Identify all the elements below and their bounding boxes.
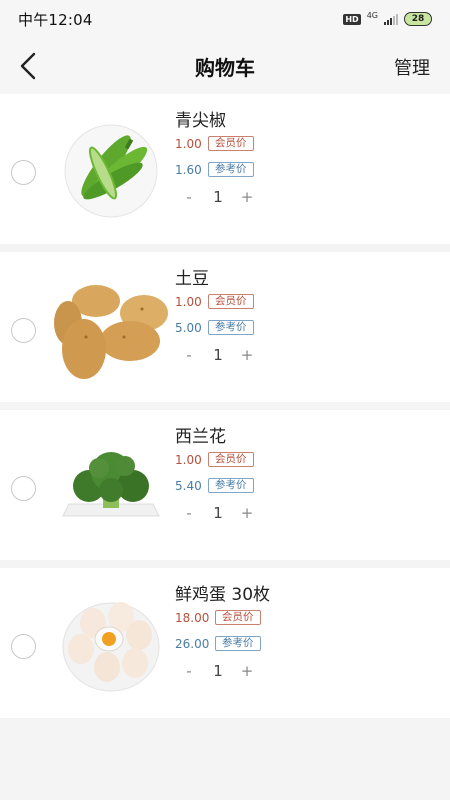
reference-price-tag: 参考价 bbox=[208, 478, 254, 493]
member-price-row: 18.00 会员价 bbox=[175, 610, 261, 625]
battery-icon: 28 bbox=[404, 12, 432, 26]
quantity-value[interactable]: 1 bbox=[200, 662, 236, 680]
status-icons: HD 4G 28 bbox=[343, 10, 432, 26]
page-title: 购物车 bbox=[195, 56, 255, 80]
battery-level: 28 bbox=[411, 14, 425, 24]
reference-price-tag: 参考价 bbox=[215, 636, 261, 651]
cart-item: 青尖椒 1.00 会员价 1.60 参考价 - 1 + bbox=[0, 94, 450, 244]
member-price: 1.00 bbox=[175, 452, 202, 467]
item-select-radio[interactable] bbox=[11, 476, 36, 501]
item-select-radio[interactable] bbox=[11, 634, 36, 659]
quantity-stepper: - 1 + bbox=[178, 662, 258, 680]
product-name: 青尖椒 bbox=[175, 111, 226, 131]
product-name: 西兰花 bbox=[175, 427, 226, 447]
cart-item: 土豆 1.00 会员价 5.00 参考价 - 1 + bbox=[0, 252, 450, 402]
hd-icon: HD bbox=[343, 13, 361, 25]
eggs-image bbox=[54, 588, 168, 702]
reference-price-row: 5.00 参考价 bbox=[175, 320, 254, 335]
quantity-value[interactable]: 1 bbox=[200, 188, 236, 206]
increase-quantity-button[interactable]: + bbox=[236, 346, 258, 364]
member-price: 18.00 bbox=[175, 610, 210, 625]
member-price-tag: 会员价 bbox=[208, 136, 254, 151]
reference-price-row: 5.40 参考价 bbox=[175, 478, 254, 493]
reference-price-row: 1.60 参考价 bbox=[175, 162, 254, 177]
item-select-radio[interactable] bbox=[11, 318, 36, 343]
item-select-radio[interactable] bbox=[11, 160, 36, 185]
decrease-quantity-button[interactable]: - bbox=[178, 346, 200, 364]
cart-item: 鲜鸡蛋 30枚 18.00 会员价 26.00 参考价 - 1 + bbox=[0, 568, 450, 718]
quantity-stepper: - 1 + bbox=[178, 346, 258, 364]
member-price-row: 1.00 会员价 bbox=[175, 294, 254, 309]
member-price: 1.00 bbox=[175, 136, 202, 151]
decrease-quantity-button[interactable]: - bbox=[178, 188, 200, 206]
member-price-tag: 会员价 bbox=[215, 610, 261, 625]
quantity-stepper: - 1 + bbox=[178, 188, 258, 206]
reference-price: 26.00 bbox=[175, 636, 210, 651]
potato-image bbox=[54, 272, 168, 386]
manage-button[interactable]: 管理 bbox=[394, 54, 430, 80]
product-name: 鲜鸡蛋 30枚 bbox=[175, 585, 271, 605]
quantity-value[interactable]: 1 bbox=[200, 504, 236, 522]
green-pepper-image bbox=[54, 114, 168, 228]
reference-price: 5.00 bbox=[175, 320, 202, 335]
reference-price-tag: 参考价 bbox=[208, 320, 254, 335]
product-name: 土豆 bbox=[175, 269, 209, 289]
nav-header: 购物车 管理 bbox=[0, 38, 450, 94]
status-time: 中午12:04 bbox=[18, 10, 93, 29]
reference-price: 5.40 bbox=[175, 478, 202, 493]
decrease-quantity-button[interactable]: - bbox=[178, 662, 200, 680]
member-price-tag: 会员价 bbox=[208, 294, 254, 309]
reference-price-tag: 参考价 bbox=[208, 162, 254, 177]
member-price-row: 1.00 会员价 bbox=[175, 136, 254, 151]
increase-quantity-button[interactable]: + bbox=[236, 662, 258, 680]
increase-quantity-button[interactable]: + bbox=[236, 504, 258, 522]
reference-price: 1.60 bbox=[175, 162, 202, 177]
decrease-quantity-button[interactable]: - bbox=[178, 504, 200, 522]
signal-icon bbox=[384, 13, 398, 25]
quantity-value[interactable]: 1 bbox=[200, 346, 236, 364]
broccoli-image bbox=[54, 430, 168, 544]
network-type-label: 4G bbox=[366, 10, 378, 20]
status-bar: 中午12:04 HD 4G 28 bbox=[0, 0, 450, 38]
member-price-tag: 会员价 bbox=[208, 452, 254, 467]
member-price: 1.00 bbox=[175, 294, 202, 309]
reference-price-row: 26.00 参考价 bbox=[175, 636, 261, 651]
member-price-row: 1.00 会员价 bbox=[175, 452, 254, 467]
cart-item: 西兰花 1.00 会员价 5.40 参考价 - 1 + bbox=[0, 410, 450, 560]
increase-quantity-button[interactable]: + bbox=[236, 188, 258, 206]
quantity-stepper: - 1 + bbox=[178, 504, 258, 522]
